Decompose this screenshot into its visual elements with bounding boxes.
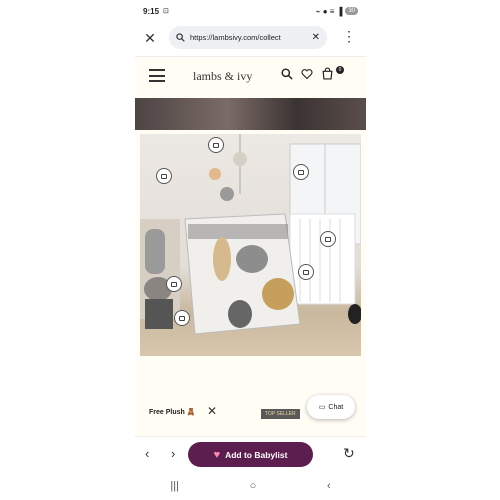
reload-icon[interactable]: ↻ [343, 445, 355, 462]
shop-hotspot-icon[interactable] [174, 310, 190, 326]
back-arrow-icon[interactable]: ‹ [145, 446, 149, 461]
browser-bottom-bar: ‹ › ♥ Add to Babylist ↻ [135, 436, 366, 472]
system-navigation-bar: ||| ○ ‹ [135, 472, 366, 500]
close-tab-icon[interactable]: ✕ [135, 30, 165, 47]
phone-screen: 9:15 ⊡ ⌁ ● ≡ ▐ 30 ✕ https://lambsivy.com… [135, 0, 366, 500]
shop-hotspot-icon[interactable] [208, 137, 224, 153]
babylist-label: Add to Babylist [225, 449, 288, 460]
add-to-babylist-button[interactable]: ♥ Add to Babylist [188, 442, 313, 467]
chat-button[interactable]: ▭ Chat [307, 395, 355, 419]
recents-icon[interactable]: ||| [170, 480, 179, 492]
close-icon[interactable]: ✕ [207, 404, 217, 418]
screenshot-notification-icon: ⊡ [163, 8, 169, 15]
battery-icon: 30 [345, 7, 358, 15]
search-icon [176, 33, 185, 42]
site-header: lambs & ivy 0 [135, 56, 366, 96]
chat-bubble-icon: ▭ [318, 404, 326, 411]
header-icons [281, 67, 334, 80]
shop-hotspot-icon[interactable] [320, 231, 336, 247]
page-content [135, 96, 366, 436]
shop-hotspot-icon[interactable] [298, 264, 314, 280]
forward-arrow-icon[interactable]: › [171, 446, 175, 461]
brand-logo[interactable]: lambs & ivy [193, 69, 252, 84]
home-icon[interactable]: ○ [250, 480, 257, 492]
browser-toolbar: ✕ https://lambsivy.com/collect ✕ ⋮ [135, 24, 366, 52]
more-vert-icon[interactable]: ⋮ [341, 28, 357, 45]
url-text[interactable]: https://lambsivy.com/collect [190, 33, 312, 42]
url-bar[interactable]: https://lambsivy.com/collect ✕ [169, 26, 327, 49]
system-back-icon[interactable]: ‹ [327, 480, 331, 492]
nursery-product-photo [140, 134, 361, 356]
heart-icon[interactable] [301, 68, 313, 80]
status-time: 9:15 [143, 6, 160, 16]
chat-label: Chat [328, 403, 344, 411]
status-bar: 9:15 ⊡ ⌁ ● ≡ ▐ 30 [135, 0, 366, 22]
cart-count-badge: 0 [336, 66, 344, 74]
search-icon[interactable] [281, 67, 293, 80]
cart-icon[interactable] [321, 67, 334, 80]
shop-hotspot-icon[interactable] [293, 164, 309, 180]
status-icons: ⌁ ● ≡ ▐ 30 [316, 7, 358, 16]
hero-banner-image [135, 98, 366, 130]
free-plush-label[interactable]: Free Plush 🧸 [149, 408, 195, 416]
hamburger-menu-icon[interactable] [149, 69, 165, 82]
signal-icons: ⌁ ● ≡ ▐ [315, 6, 343, 16]
shop-hotspot-icon[interactable] [156, 168, 172, 184]
shop-hotspot-icon[interactable] [166, 276, 182, 292]
top-seller-badge: TOP SELLER [261, 409, 300, 419]
clear-url-icon[interactable]: ✕ [312, 32, 320, 43]
heart-icon: ♥ [213, 448, 221, 461]
